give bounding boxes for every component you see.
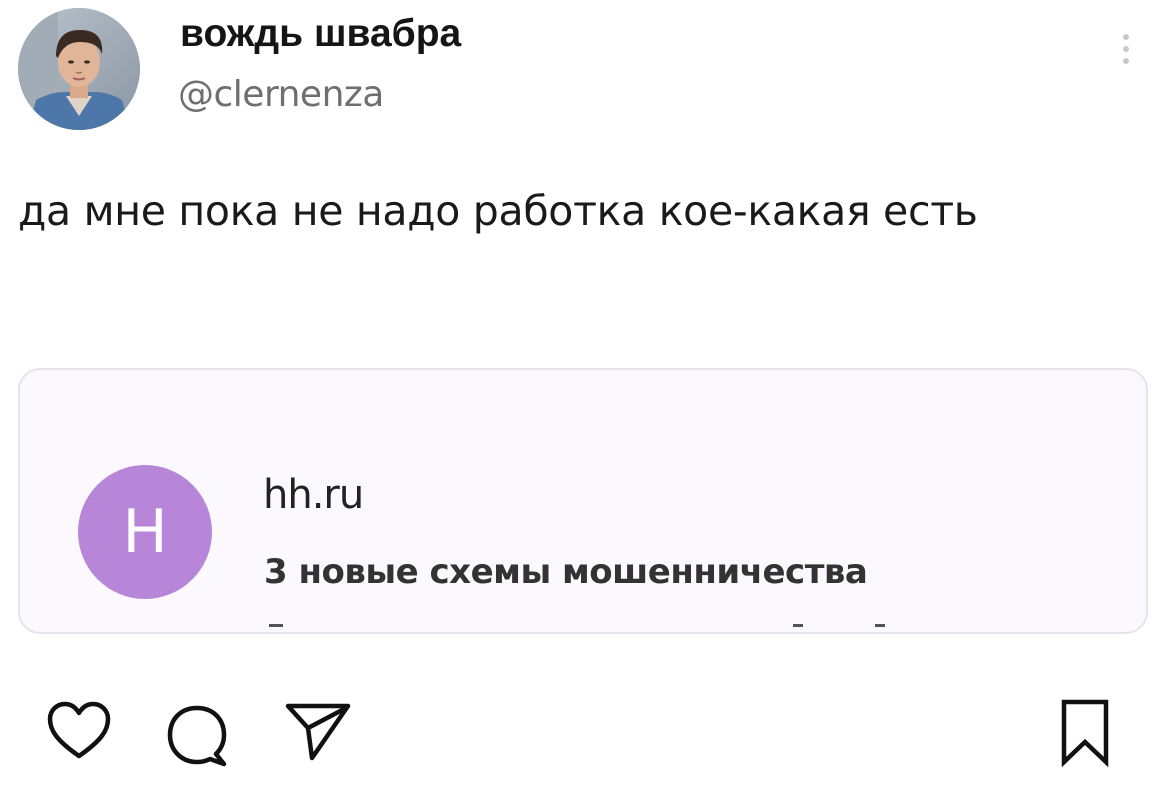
comment-bubble-icon[interactable] [164, 702, 230, 768]
bookmark-icon[interactable] [1058, 696, 1112, 768]
dot [1123, 58, 1129, 64]
send-paper-plane-icon[interactable] [282, 700, 354, 764]
link-snippet-cutoff [263, 620, 963, 632]
author-display-name[interactable]: вождь швабра [180, 10, 461, 58]
post-action-bar [0, 690, 1166, 780]
dot [1123, 46, 1129, 52]
author-avatar[interactable] [18, 8, 140, 130]
post-text: да мне пока не надо работка кое-какая ес… [18, 187, 978, 235]
link-title: 3 новые схемы мошенничества [264, 552, 868, 592]
dot [1123, 34, 1129, 40]
link-preview-card[interactable]: H hh.ru 3 новые схемы мошенничества [18, 368, 1148, 634]
link-site-name: hh.ru [263, 472, 364, 518]
site-logo-icon: H [78, 465, 212, 599]
heart-icon[interactable] [46, 700, 112, 762]
more-options-icon[interactable] [1117, 34, 1135, 80]
author-handle[interactable]: @clernenza [178, 72, 384, 118]
avatar-photo [18, 8, 140, 130]
